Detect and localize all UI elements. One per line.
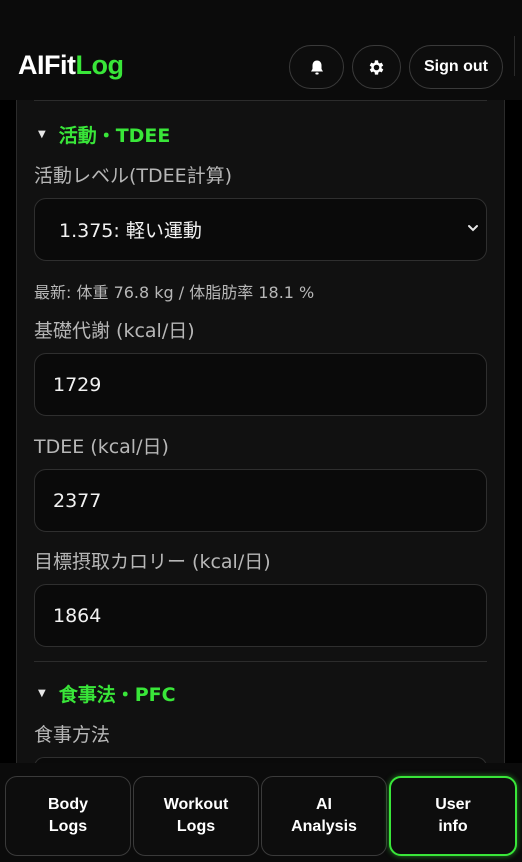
latest-body-info: 最新: 体重 76.8 kg / 体脂肪率 18.1 % [34, 283, 315, 302]
diet-method-label: 食事方法 [34, 724, 111, 746]
top-header: AIFitLog Sign out [0, 0, 522, 100]
nav-ai-analysis[interactable]: AI Analysis [261, 776, 387, 856]
gear-icon [369, 59, 384, 75]
bmr-label: 基礎代謝 (kcal/日) [34, 320, 195, 342]
bottom-nav: Body Logs Workout Logs AI Analysis User … [0, 763, 522, 862]
notifications-button[interactable] [289, 45, 344, 89]
disclosure-triangle-icon: ▼ [38, 688, 46, 699]
logo-text-log: Log [75, 50, 124, 80]
scrollbar[interactable] [514, 36, 522, 76]
activity-level-select[interactable]: 1.375: 軽い運動 [34, 198, 487, 261]
tdee-input[interactable]: 2377 [34, 469, 487, 532]
app-logo[interactable]: AIFitLog [18, 50, 124, 81]
section-title-activity: 活動・TDEE [58, 125, 171, 147]
nav-user-info[interactable]: User info [389, 776, 517, 856]
settings-button[interactable] [352, 45, 401, 89]
activity-level-value: 1.375: 軽い運動 [59, 220, 202, 242]
target-calorie-label: 目標摂取カロリー (kcal/日) [34, 551, 271, 573]
tdee-label: TDEE (kcal/日) [34, 436, 169, 458]
app-root: ▼ 活動・TDEE 活動レベル(TDEE計算) 1.375: 軽い運動 最新: … [0, 0, 522, 862]
section-header-diet[interactable]: ▼ 食事法・PFC [38, 680, 176, 707]
section-header-activity[interactable]: ▼ 活動・TDEE [38, 121, 170, 148]
activity-level-label: 活動レベル(TDEE計算) [34, 165, 233, 187]
chevron-down-icon [468, 225, 478, 232]
sign-out-button[interactable]: Sign out [409, 45, 503, 89]
nav-workout-logs[interactable]: Workout Logs [133, 776, 259, 856]
section-divider [34, 661, 487, 662]
nav-body-logs[interactable]: Body Logs [5, 776, 131, 856]
logo-text-aifit: AIFit [18, 50, 76, 80]
target-calorie-value: 1864 [53, 604, 102, 627]
disclosure-triangle-icon: ▼ [38, 129, 46, 140]
section-divider-top [34, 100, 487, 101]
tdee-value: 2377 [53, 489, 102, 512]
bell-icon [310, 60, 323, 74]
target-calorie-input[interactable]: 1864 [34, 584, 487, 647]
section-title-diet: 食事法・PFC [58, 684, 176, 706]
bmr-value: 1729 [53, 373, 102, 396]
bmr-input[interactable]: 1729 [34, 353, 487, 416]
